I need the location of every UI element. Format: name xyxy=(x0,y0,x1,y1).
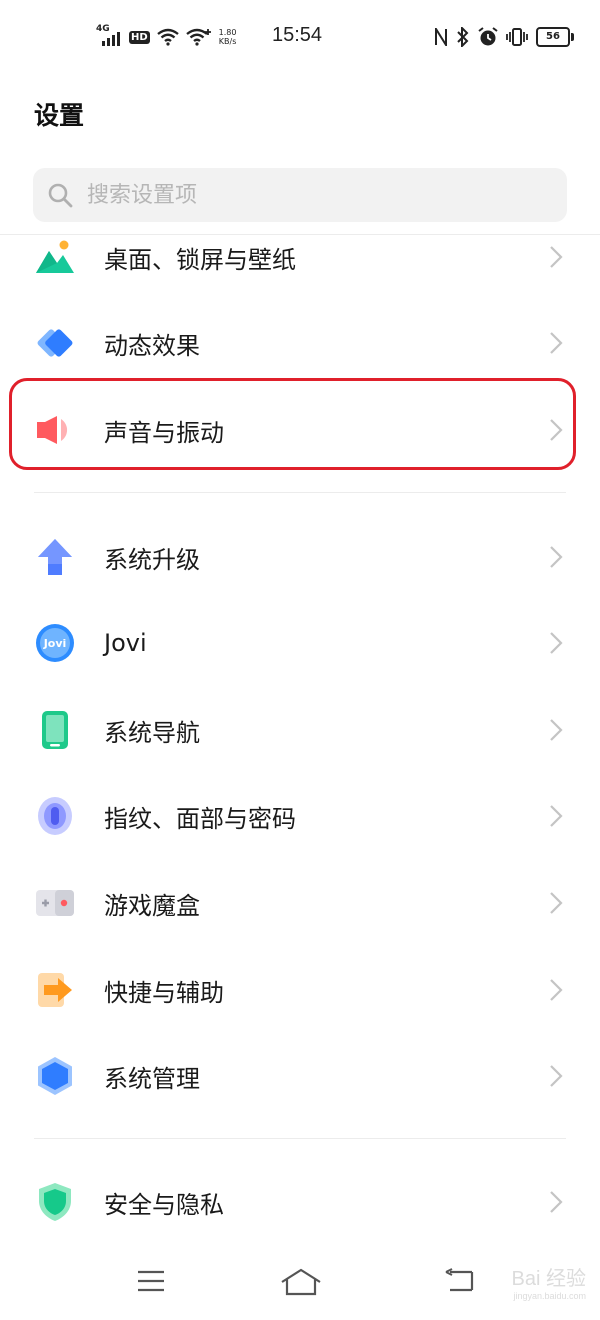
bluetooth-icon xyxy=(457,27,469,47)
chevron-right-icon xyxy=(550,805,563,827)
wifi-plus-icon xyxy=(185,28,211,46)
search-input[interactable] xyxy=(85,181,509,209)
settings-item-label: 指纹、面部与密码 xyxy=(104,804,296,833)
security-privacy-icon xyxy=(35,1182,75,1222)
settings-item-fingerprint[interactable]: 指纹、面部与密码 xyxy=(0,776,600,856)
chevron-right-icon xyxy=(550,719,563,741)
status-right: 56 xyxy=(434,24,574,50)
system-management-icon xyxy=(35,1056,75,1096)
page-title: 设置 xyxy=(34,101,85,130)
settings-item-jovi[interactable]: Jovi Jovi xyxy=(0,603,600,683)
system-navigation-icon xyxy=(35,710,75,750)
settings-item-label: 系统管理 xyxy=(104,1064,200,1093)
vibrate-icon xyxy=(506,28,528,46)
settings-item-shortcuts[interactable]: 快捷与辅助 xyxy=(0,950,600,1030)
home-icon[interactable] xyxy=(280,1268,322,1296)
watermark: Bai 经验 jingyan.baidu.com xyxy=(511,1268,586,1301)
game-box-icon xyxy=(35,883,75,923)
settings-item-label: 快捷与辅助 xyxy=(104,978,224,1007)
navigation-bar: Bai 经验 jingyan.baidu.com xyxy=(0,1250,600,1320)
settings-item-dynamic-effects[interactable]: 动态效果 xyxy=(0,303,600,383)
cellular-signal-icon: 4G xyxy=(96,24,122,48)
alarm-icon xyxy=(478,27,498,46)
chevron-right-icon xyxy=(550,1191,563,1213)
settings-item-label: 游戏魔盒 xyxy=(104,891,200,920)
hd-badge: HD xyxy=(129,30,150,44)
search-icon xyxy=(48,183,73,208)
svg-text:Jovi: Jovi xyxy=(43,637,67,650)
settings-item-game-box[interactable]: 游戏魔盒 xyxy=(0,863,600,943)
highlight-box xyxy=(9,378,576,470)
settings-item-security-privacy[interactable]: 安全与隐私 xyxy=(0,1162,600,1242)
chevron-right-icon xyxy=(550,979,563,1001)
group-divider xyxy=(34,492,566,493)
group-divider xyxy=(34,1138,566,1139)
chevron-right-icon xyxy=(550,246,563,268)
chevron-right-icon xyxy=(550,1065,563,1087)
fingerprint-icon xyxy=(35,796,75,836)
chevron-right-icon xyxy=(550,332,563,354)
chevron-right-icon xyxy=(550,632,563,654)
wifi-icon xyxy=(156,28,179,46)
battery-icon: 56 xyxy=(536,27,574,47)
settings-item-system-management[interactable]: 系统管理 xyxy=(0,1036,600,1116)
jovi-icon: Jovi xyxy=(35,623,75,663)
back-icon[interactable] xyxy=(444,1268,474,1294)
shortcuts-icon xyxy=(35,970,75,1010)
menu-icon[interactable] xyxy=(136,1268,166,1294)
wallpaper-icon xyxy=(35,237,75,277)
chevron-right-icon xyxy=(550,892,563,914)
settings-item-label: 桌面、锁屏与壁纸 xyxy=(104,245,296,274)
network-speed: 1.80 KB/s xyxy=(218,28,237,46)
status-left: 4G HD 1.80 KB/s xyxy=(96,22,236,52)
settings-item-wallpaper[interactable]: 桌面、锁屏与壁纸 xyxy=(0,217,600,297)
chevron-right-icon xyxy=(550,546,563,568)
status-bar: 4G HD 1.80 KB/s 15:54 56 xyxy=(0,0,600,72)
settings-item-label: 系统导航 xyxy=(104,718,200,747)
settings-item-system-upgrade[interactable]: 系统升级 xyxy=(0,517,600,597)
nfc-icon xyxy=(435,28,447,46)
settings-item-label: Jovi xyxy=(104,629,147,657)
dynamic-effects-icon xyxy=(35,323,75,363)
settings-item-label: 动态效果 xyxy=(104,331,200,360)
clock: 15:54 xyxy=(272,24,323,46)
settings-item-label: 安全与隐私 xyxy=(104,1190,224,1219)
system-upgrade-icon xyxy=(35,537,75,577)
settings-item-system-navigation[interactable]: 系统导航 xyxy=(0,690,600,770)
settings-item-label: 系统升级 xyxy=(104,545,200,574)
search-bar[interactable] xyxy=(33,168,567,222)
